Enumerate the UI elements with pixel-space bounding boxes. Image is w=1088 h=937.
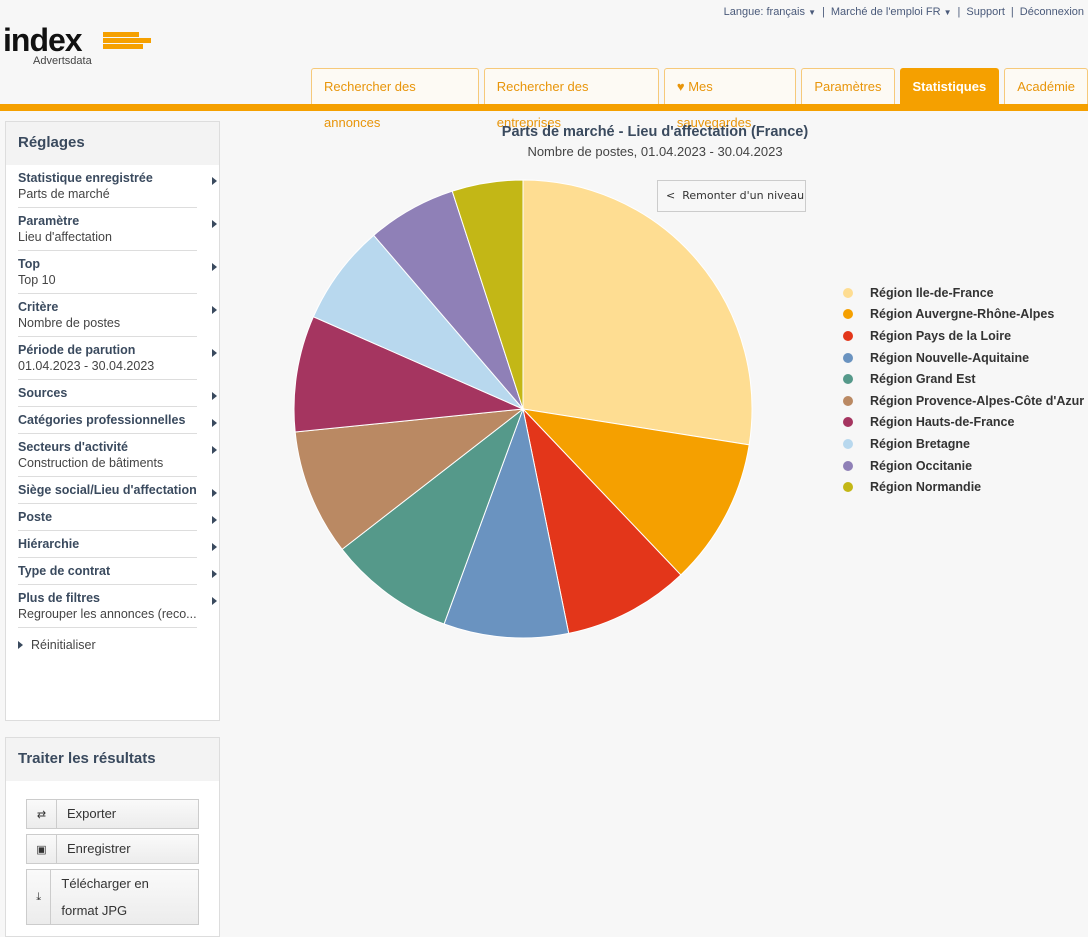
legend-dot — [843, 460, 853, 471]
legend-item[interactable]: Région Auvergne-Rhône-Alpes — [843, 304, 1084, 326]
legend-dot — [843, 395, 853, 406]
legend-dot — [843, 417, 853, 428]
legend-dot — [843, 287, 853, 298]
legend-item[interactable]: Région Ile-de-France — [843, 282, 1084, 304]
pie-slice[interactable] — [522, 179, 753, 446]
legend-dot — [843, 352, 853, 363]
chart-legend: Région Ile-de-France Région Auvergne-Rhôn… — [843, 282, 1084, 498]
drill-up-button[interactable]: < Remonter d'un niveau — [657, 180, 806, 212]
legend-dot — [843, 438, 853, 449]
back-icon: < — [666, 189, 676, 202]
legend-dot — [843, 374, 853, 385]
legend-item[interactable]: Région Grand Est — [843, 368, 1084, 390]
legend-item[interactable]: Région Pays de la Loire — [843, 325, 1084, 347]
legend-item[interactable]: Région Normandie — [843, 476, 1084, 498]
legend-item[interactable]: Région Nouvelle-Aquitaine — [843, 347, 1084, 369]
legend-dot — [843, 330, 853, 341]
legend-dot — [843, 482, 853, 493]
legend-item[interactable]: Région Bretagne — [843, 433, 1084, 455]
legend-dot — [843, 309, 853, 320]
legend-item[interactable]: Région Hauts-de-France — [843, 412, 1084, 434]
legend-item[interactable]: Région Occitanie — [843, 455, 1084, 477]
legend-item[interactable]: Région Provence-Alpes-Côte d'Azur — [843, 390, 1084, 412]
